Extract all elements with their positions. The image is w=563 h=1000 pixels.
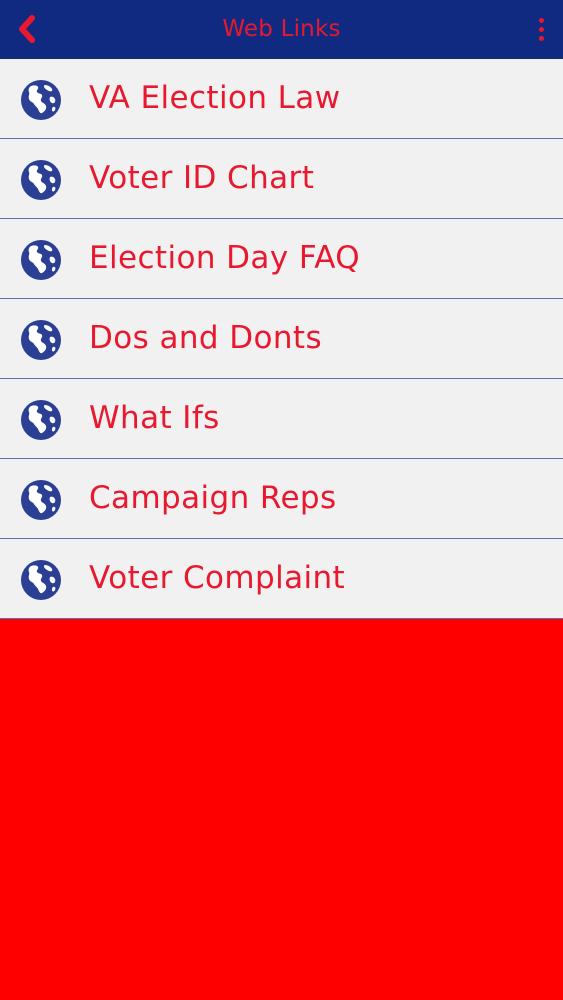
web-link-va-election-law[interactable]: VA Election Law: [0, 59, 563, 139]
web-link-label: Dos and Donts: [89, 320, 323, 356]
globe-icon: [21, 480, 61, 520]
globe-icon: [21, 320, 61, 360]
web-link-label: What Ifs: [89, 400, 220, 436]
globe-icon: [21, 240, 61, 280]
top-bar: Web Links: [0, 0, 563, 59]
globe-icon: [21, 160, 61, 200]
web-link-label: Election Day FAQ: [89, 240, 361, 276]
web-link-campaign-reps[interactable]: Campaign Reps: [0, 459, 563, 539]
globe-icon: [21, 400, 61, 440]
web-links-list: VA Election Law Voter ID Chart Election …: [0, 59, 563, 619]
web-link-voter-id-chart[interactable]: Voter ID Chart: [0, 139, 563, 219]
page-title: Web Links: [222, 16, 341, 42]
more-vertical-icon: [538, 17, 544, 23]
web-link-label: Voter ID Chart: [89, 160, 315, 196]
web-link-dos-and-donts[interactable]: Dos and Donts: [0, 299, 563, 379]
more-vertical-icon-dot: [538, 35, 544, 41]
web-link-voter-complaint[interactable]: Voter Complaint: [0, 539, 563, 619]
web-link-label: Voter Complaint: [89, 560, 346, 596]
overflow-menu-button[interactable]: [533, 14, 549, 44]
more-vertical-icon-dot: [538, 26, 544, 32]
web-link-label: VA Election Law: [89, 80, 341, 116]
web-link-election-day-faq[interactable]: Election Day FAQ: [0, 219, 563, 299]
web-link-label: Campaign Reps: [89, 480, 337, 516]
web-link-what-ifs[interactable]: What Ifs: [0, 379, 563, 459]
globe-icon: [21, 560, 61, 600]
globe-icon: [21, 80, 61, 120]
